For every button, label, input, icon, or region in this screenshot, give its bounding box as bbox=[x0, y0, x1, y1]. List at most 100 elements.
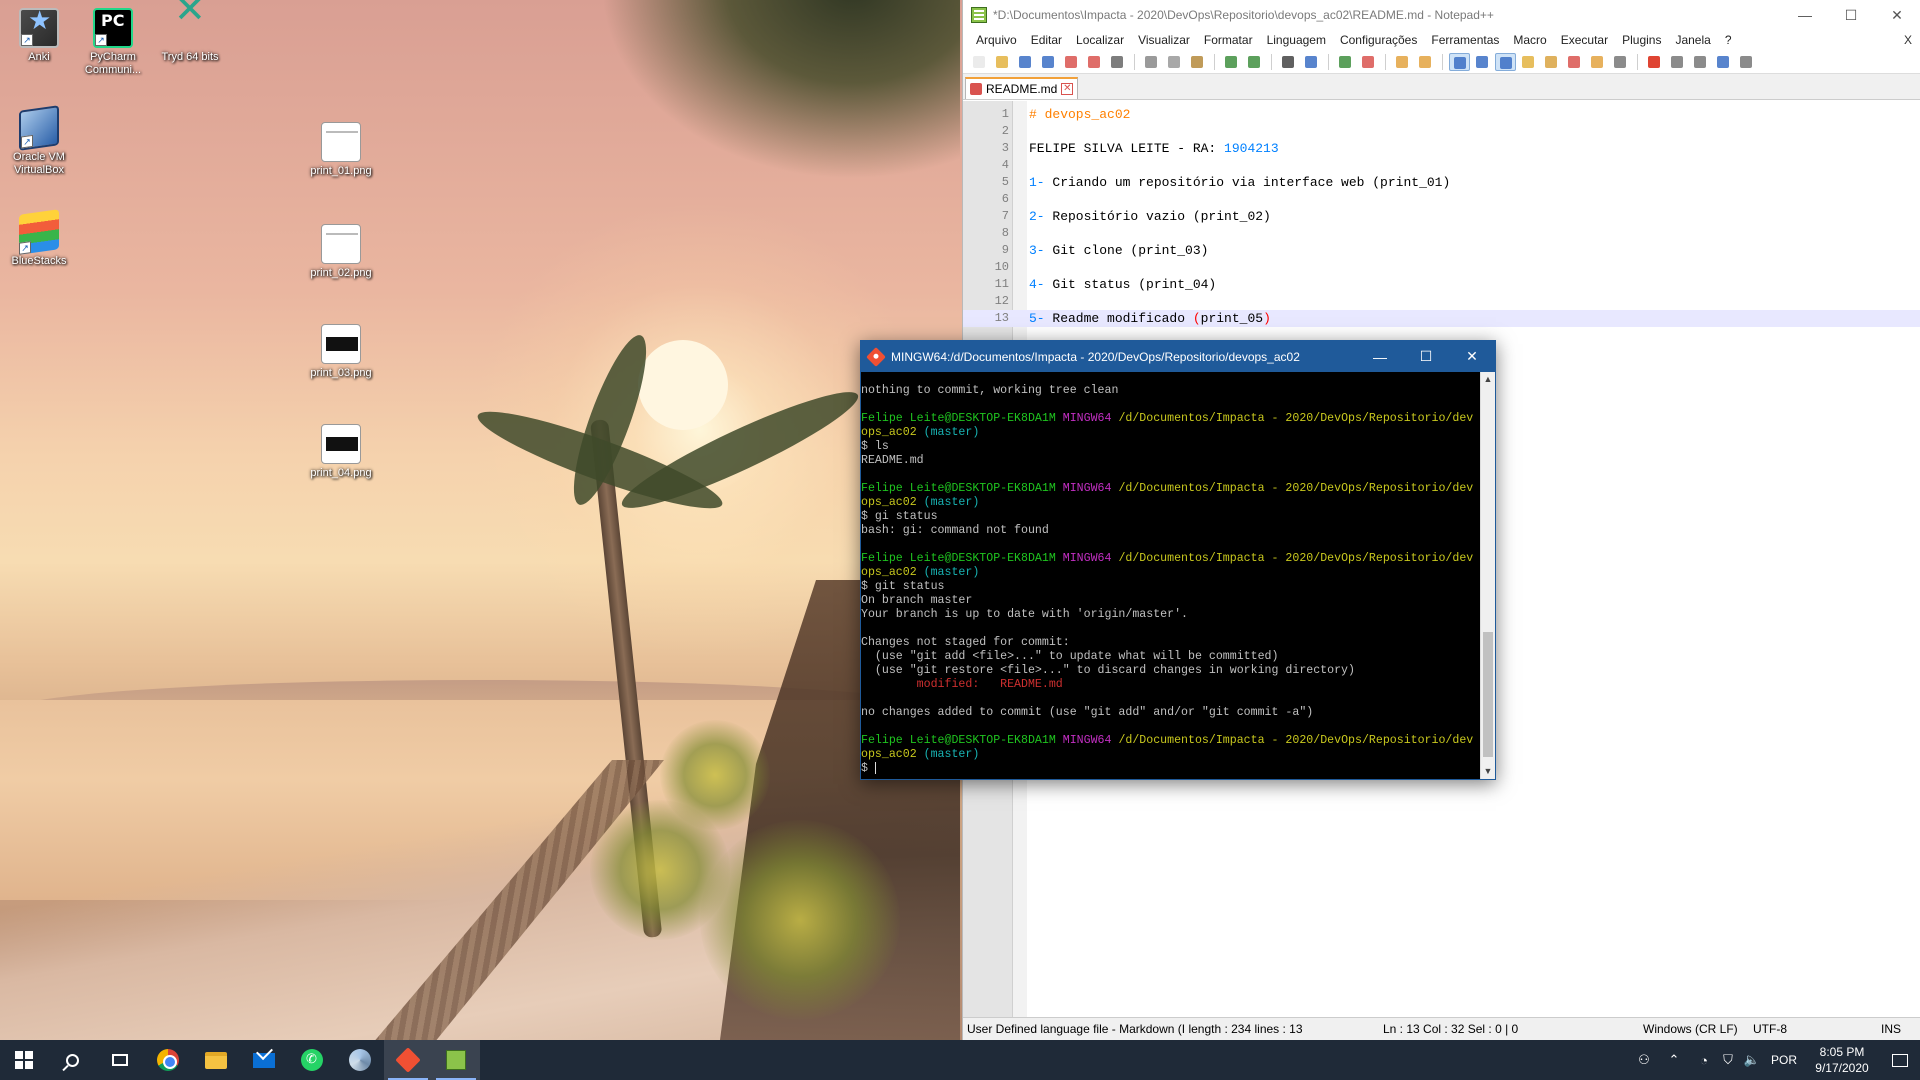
scrollbar-thumb[interactable] bbox=[1483, 632, 1493, 757]
desktop-icon-print-03[interactable]: print_03.png bbox=[302, 324, 380, 380]
minimize-button[interactable]: — bbox=[1357, 341, 1403, 372]
maximize-button[interactable]: ☐ bbox=[1403, 341, 1449, 372]
menu-ferramentas[interactable]: Ferramentas bbox=[1424, 33, 1506, 47]
zoom-in-icon[interactable] bbox=[1335, 53, 1356, 71]
editor-line[interactable]: 8 bbox=[963, 225, 1920, 242]
taskbar-whatsapp[interactable] bbox=[288, 1040, 336, 1080]
new-file-icon[interactable] bbox=[969, 53, 990, 71]
close-button[interactable]: ✕ bbox=[1874, 0, 1920, 30]
folder-workspace-icon[interactable] bbox=[1587, 53, 1608, 71]
tab-readme[interactable]: README.md ✕ bbox=[965, 77, 1079, 99]
close-button[interactable]: ✕ bbox=[1449, 341, 1495, 372]
notepadpp-app-icon[interactable] bbox=[971, 7, 987, 23]
minimize-button[interactable]: — bbox=[1782, 0, 1828, 30]
security-icon[interactable]: ⛉ bbox=[1716, 1040, 1740, 1080]
desktop-icon-print-01[interactable]: print_01.png bbox=[302, 122, 380, 178]
desktop-icon-print-04[interactable]: print_04.png bbox=[302, 424, 380, 480]
notepadpp-titlebar[interactable]: *D:\Documentos\Impacta - 2020\DevOps\Rep… bbox=[963, 0, 1920, 30]
network-icon[interactable]: ◔ bbox=[1692, 1040, 1716, 1080]
scroll-down-icon[interactable]: ▼ bbox=[1481, 764, 1495, 779]
menu-linguagem[interactable]: Linguagem bbox=[1260, 33, 1333, 47]
editor-line[interactable]: 3 FELIPE SILVA LEITE - RA: 1904213 bbox=[963, 140, 1920, 157]
menu-editar[interactable]: Editar bbox=[1024, 33, 1069, 47]
status-insert-mode[interactable]: INS bbox=[1881, 1022, 1901, 1036]
maximize-button[interactable]: ☐ bbox=[1828, 0, 1874, 30]
status-eol[interactable]: Windows (CR LF) bbox=[1643, 1022, 1738, 1036]
zoom-out-icon[interactable] bbox=[1358, 53, 1379, 71]
editor-line[interactable]: 12 bbox=[963, 293, 1920, 310]
start-button[interactable] bbox=[0, 1040, 48, 1080]
show-hidden-icons-chevron-icon[interactable]: ⌃ bbox=[1656, 1040, 1692, 1080]
tab-close-icon[interactable]: ✕ bbox=[1061, 83, 1074, 95]
taskbar-notepadpp[interactable] bbox=[432, 1040, 480, 1080]
volume-icon[interactable]: 🔈 bbox=[1740, 1040, 1764, 1080]
save-all-icon[interactable] bbox=[1038, 53, 1059, 71]
close-all-icon[interactable] bbox=[1084, 53, 1105, 71]
people-icon[interactable]: ⚇ bbox=[1632, 1040, 1656, 1080]
open-file-icon[interactable] bbox=[992, 53, 1013, 71]
menu-executar[interactable]: Executar bbox=[1554, 33, 1615, 47]
print-icon[interactable] bbox=[1107, 53, 1128, 71]
taskbar-git-bash[interactable] bbox=[384, 1040, 432, 1080]
input-language[interactable]: POR bbox=[1764, 1053, 1804, 1067]
editor-line[interactable]: 6 bbox=[963, 191, 1920, 208]
indent-guide-icon[interactable] bbox=[1495, 52, 1516, 71]
status-encoding[interactable]: UTF-8 bbox=[1753, 1022, 1787, 1036]
menu-arquivo[interactable]: Arquivo bbox=[969, 33, 1024, 47]
terminal-output[interactable]: nothing to commit, working tree clean Fel… bbox=[861, 372, 1481, 779]
menu-visualizar[interactable]: Visualizar bbox=[1131, 33, 1197, 47]
editor-line[interactable]: 10 bbox=[963, 259, 1920, 276]
menu-plugins[interactable]: Plugins bbox=[1615, 33, 1668, 47]
taskbar-chrome[interactable] bbox=[144, 1040, 192, 1080]
editor-line[interactable]: 5 1- Criando um repositório via interface… bbox=[963, 174, 1920, 191]
replace-icon[interactable] bbox=[1301, 53, 1322, 71]
menu-janela[interactable]: Janela bbox=[1668, 33, 1717, 47]
undo-icon[interactable] bbox=[1221, 53, 1242, 71]
taskbar-file-explorer[interactable] bbox=[192, 1040, 240, 1080]
desktop-icon-anki[interactable]: ↗ Anki bbox=[0, 8, 78, 64]
editor-line[interactable]: 9 3- Git clone (print_03) bbox=[963, 242, 1920, 259]
action-center-button[interactable] bbox=[1880, 1040, 1920, 1080]
doc-map-icon[interactable] bbox=[1541, 53, 1562, 71]
menu-help[interactable]: ? bbox=[1718, 33, 1739, 47]
copy-icon[interactable] bbox=[1164, 53, 1185, 71]
close-file-icon[interactable] bbox=[1061, 53, 1082, 71]
save-icon[interactable] bbox=[1015, 53, 1036, 71]
user-language-icon[interactable] bbox=[1518, 53, 1539, 71]
sync-vertical-icon[interactable] bbox=[1392, 53, 1413, 71]
taskbar-bird-app[interactable] bbox=[336, 1040, 384, 1080]
redo-icon[interactable] bbox=[1244, 53, 1265, 71]
cut-icon[interactable] bbox=[1141, 53, 1162, 71]
editor-line[interactable]: 11 4- Git status (print_04) bbox=[963, 276, 1920, 293]
desktop-icon-pycharm[interactable]: ↗ PyCharm Communi... bbox=[74, 8, 152, 77]
git-bash-titlebar[interactable]: MINGW64:/d/Documentos/Impacta - 2020/Dev… bbox=[861, 341, 1495, 372]
menu-formatar[interactable]: Formatar bbox=[1197, 33, 1260, 47]
desktop-icon-print-02[interactable]: print_02.png bbox=[302, 224, 380, 280]
editor-line[interactable]: 7 2- Repositório vazio (print_02) bbox=[963, 208, 1920, 225]
editor-line[interactable]: 4 bbox=[963, 157, 1920, 174]
play-macro-icon[interactable] bbox=[1690, 53, 1711, 71]
record-macro-icon[interactable] bbox=[1644, 53, 1665, 71]
terminal-scrollbar[interactable]: ▲ ▼ bbox=[1480, 372, 1495, 779]
scroll-up-icon[interactable]: ▲ bbox=[1481, 372, 1495, 387]
show-all-chars-icon[interactable] bbox=[1472, 53, 1493, 71]
run-macro-multiple-icon[interactable] bbox=[1713, 53, 1734, 71]
desktop-icon-tryd[interactable]: Tryd 64 bits bbox=[151, 4, 229, 64]
close-document-button[interactable]: X bbox=[1897, 33, 1920, 47]
editor-line[interactable]: 1 # devops_ac02 bbox=[963, 106, 1920, 123]
paste-icon[interactable] bbox=[1187, 53, 1208, 71]
git-bash-app-icon[interactable] bbox=[866, 346, 886, 367]
menu-configuracoes[interactable]: Configurações bbox=[1333, 33, 1424, 47]
menu-localizar[interactable]: Localizar bbox=[1069, 33, 1131, 47]
editor-line[interactable]: 13 5- Readme modificado (print_05) bbox=[963, 310, 1920, 327]
stop-macro-icon[interactable] bbox=[1667, 53, 1688, 71]
function-list-icon[interactable] bbox=[1564, 53, 1585, 71]
clock[interactable]: 8:05 PM 9/17/2020 bbox=[1804, 1044, 1880, 1076]
find-icon[interactable] bbox=[1278, 53, 1299, 71]
save-macro-icon[interactable] bbox=[1736, 53, 1757, 71]
word-wrap-icon[interactable] bbox=[1449, 52, 1470, 71]
task-view-button[interactable] bbox=[96, 1040, 144, 1080]
editor-line[interactable]: 2 bbox=[963, 123, 1920, 140]
search-button[interactable] bbox=[48, 1040, 96, 1080]
desktop-icon-bluestacks[interactable]: ↗ BlueStacks bbox=[0, 209, 78, 268]
